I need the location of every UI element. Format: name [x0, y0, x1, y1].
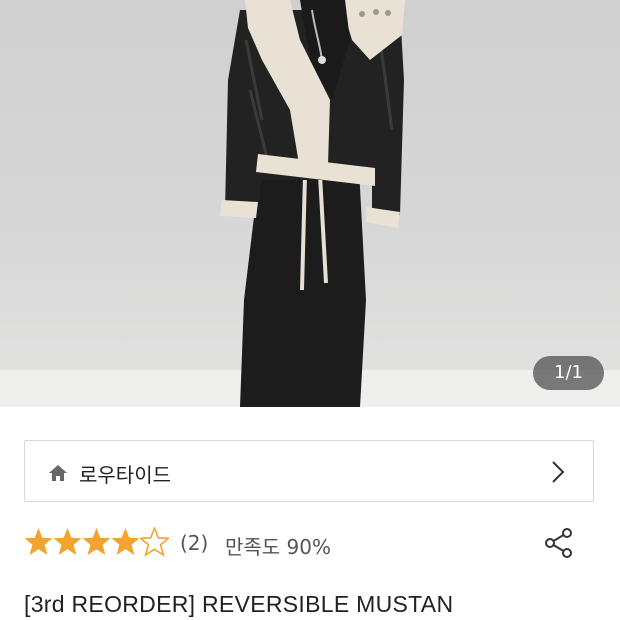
share-icon[interactable] [543, 527, 575, 559]
image-counter: 1/1 [533, 356, 604, 390]
star-filled-icon [111, 528, 140, 555]
model-photo [220, 0, 405, 407]
satisfaction-rate: 만족도 90% [225, 535, 332, 559]
product-title: [3rd REORDER] REVERSIBLE MUSTAN [24, 591, 454, 617]
rating-stars [24, 527, 169, 557]
chevron-right-icon [552, 461, 565, 483]
star-empty-icon [140, 527, 169, 557]
home-icon [49, 465, 67, 481]
star-filled-icon [82, 528, 111, 555]
star-filled-icon [24, 528, 53, 555]
review-count[interactable]: (2) [180, 531, 208, 555]
product-image[interactable]: 1/1 [0, 0, 620, 407]
shop-name: 로우타이드 [79, 463, 171, 487]
shop-link[interactable]: 로우타이드 [24, 440, 594, 502]
rating-row: (2) 만족도 90% [24, 527, 604, 563]
star-filled-icon [53, 528, 82, 555]
